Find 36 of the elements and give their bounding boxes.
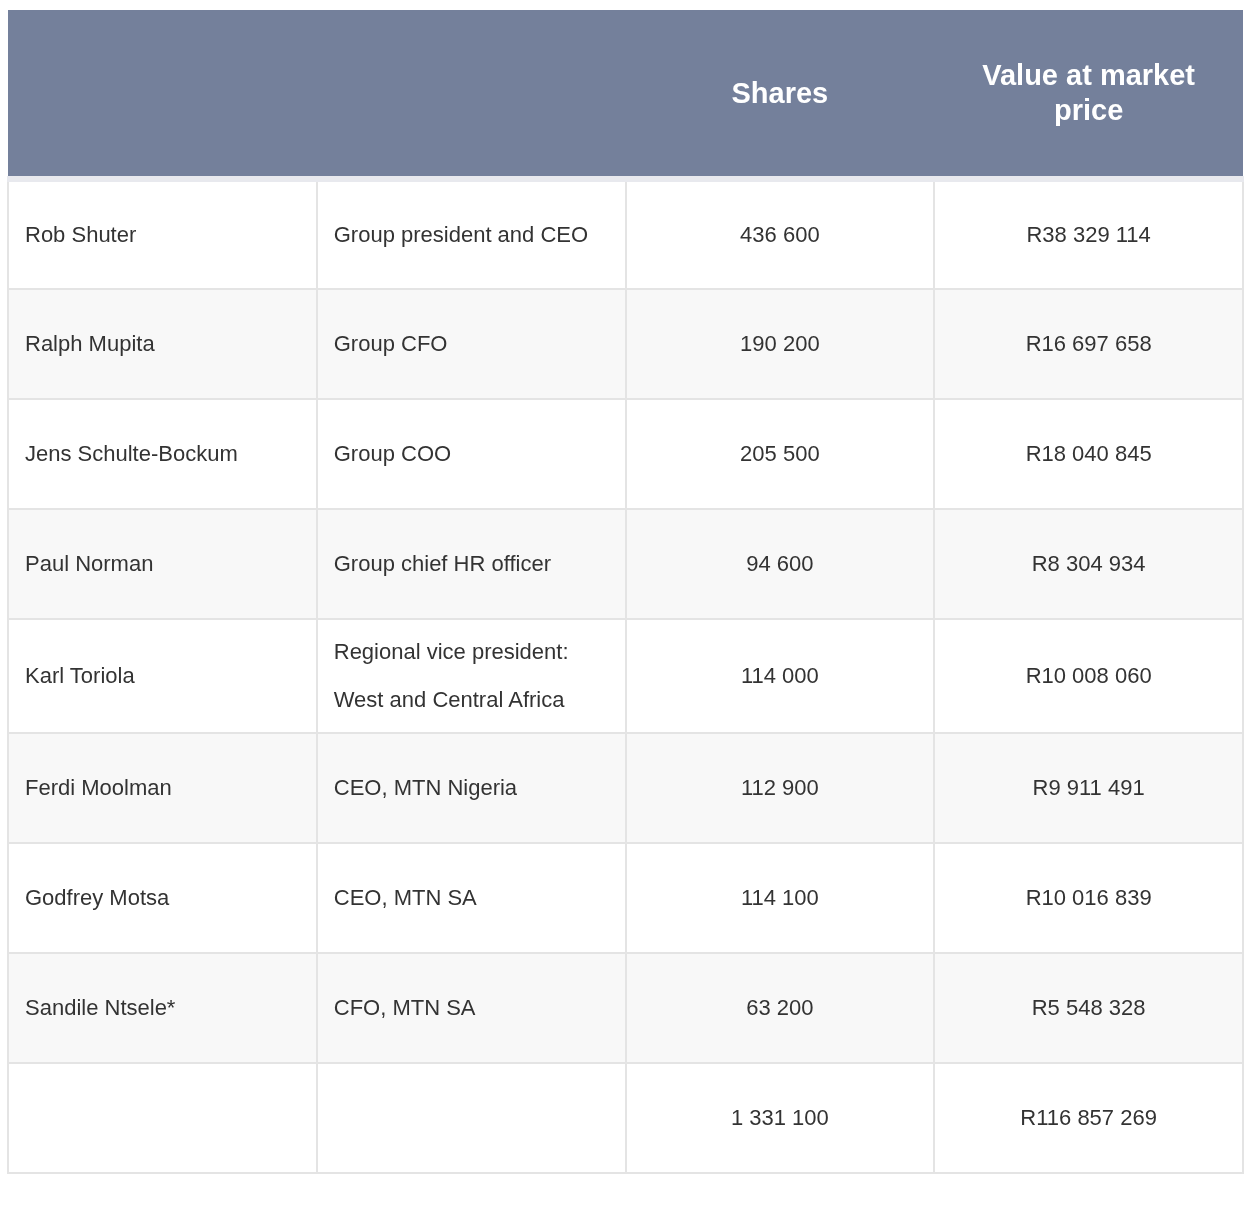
table-cell: R16 697 658 (1025, 331, 1152, 356)
table-cell: R9 911 491 (1032, 775, 1145, 800)
table-cell: Jens Schulte-Bockum (25, 441, 238, 466)
table-cell: 114 000 (740, 663, 819, 688)
table-cell: Ralph Mupita (25, 331, 155, 356)
table-cell: R116 857 269 (1020, 1105, 1157, 1130)
table-cell: Group chief HR officer (333, 551, 551, 576)
table-cell: Godfrey Motsa (25, 885, 170, 910)
table-cell: Paul Norman (25, 551, 154, 576)
table-cell: CFO, MTN SA (333, 995, 476, 1020)
table-cell: 114 100 (740, 885, 819, 910)
table-cell: Regional vice president: West and Central Africa (333, 639, 569, 712)
table-cell: R5 548 328 (1031, 995, 1146, 1020)
table-cell: Rob Shuter (25, 222, 137, 247)
table-cell: Karl Toriola (25, 663, 135, 688)
table-cell: Group COO (333, 441, 452, 466)
table-cell: 205 500 (740, 441, 820, 466)
table-cell: Group president and CEO (333, 222, 589, 247)
table-cell: 94 600 (746, 551, 814, 576)
table-cell: 112 900 (740, 775, 819, 800)
table-cell: R10 016 839 (1025, 885, 1152, 910)
column-header: Shares (731, 76, 829, 109)
table-cell: R8 304 934 (1031, 551, 1146, 576)
table-cell: 436 600 (740, 222, 820, 247)
table-cell: Sandile Ntsele* (25, 995, 176, 1020)
table-cell: Ferdi Moolman (25, 775, 172, 800)
table-cell: CEO, MTN SA (333, 885, 477, 910)
table-cell: 190 200 (740, 331, 820, 356)
table-cell: 1 331 100 (730, 1105, 829, 1130)
table-cell: R18 040 845 (1025, 441, 1152, 466)
table-cell: Group CFO (333, 331, 448, 356)
table-cell: CEO, MTN Nigeria (333, 775, 518, 800)
table-cell: R10 008 060 (1025, 663, 1152, 688)
table-cell: 63 200 (746, 995, 814, 1020)
column-header: Value at market price (982, 59, 1195, 126)
table-cell: R38 329 114 (1026, 222, 1151, 247)
